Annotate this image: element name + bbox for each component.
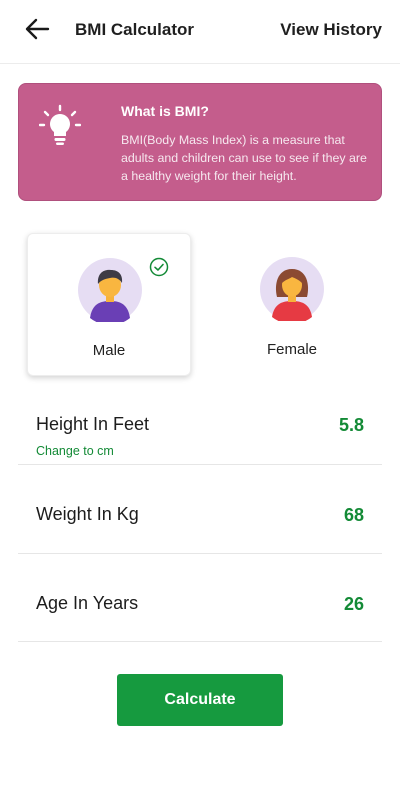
back-arrow-icon[interactable] xyxy=(22,14,52,44)
change-to-cm-link[interactable]: Change to cm xyxy=(36,444,114,458)
age-label: Age In Years xyxy=(36,593,139,613)
info-card-description: BMI(Body Mass Index) is a measure that a… xyxy=(121,133,367,183)
height-value[interactable]: 5.8 xyxy=(339,415,364,436)
top-bar: BMI Calculator View History xyxy=(0,0,400,64)
height-label: Height In Feet xyxy=(36,414,150,434)
female-avatar-icon xyxy=(260,257,324,321)
weight-row[interactable]: Weight In Kg 68 xyxy=(18,465,382,554)
gender-option-female[interactable]: Female xyxy=(210,233,374,376)
male-avatar-icon xyxy=(78,258,142,322)
lightbulb-icon xyxy=(39,104,81,145)
age-row[interactable]: Age In Years 26 xyxy=(18,554,382,642)
bmi-info-card: What is BMI? BMI(Body Mass Index) is a m… xyxy=(18,83,382,201)
weight-value[interactable]: 68 xyxy=(344,505,364,526)
age-value[interactable]: 26 xyxy=(344,594,364,615)
weight-label: Weight In Kg xyxy=(36,504,139,524)
calculate-button[interactable]: Calculate xyxy=(117,674,283,726)
gender-label-male: Male xyxy=(92,342,126,359)
view-history-link[interactable]: View History xyxy=(280,20,382,40)
check-circle-icon xyxy=(149,257,169,277)
page-title: BMI Calculator xyxy=(75,20,195,39)
gender-label-female: Female xyxy=(266,341,318,358)
info-card-title: What is BMI? xyxy=(121,103,209,119)
gender-option-male[interactable]: Male xyxy=(27,233,191,376)
height-row[interactable]: Height In Feet 5.8 Change to cm xyxy=(18,404,382,465)
